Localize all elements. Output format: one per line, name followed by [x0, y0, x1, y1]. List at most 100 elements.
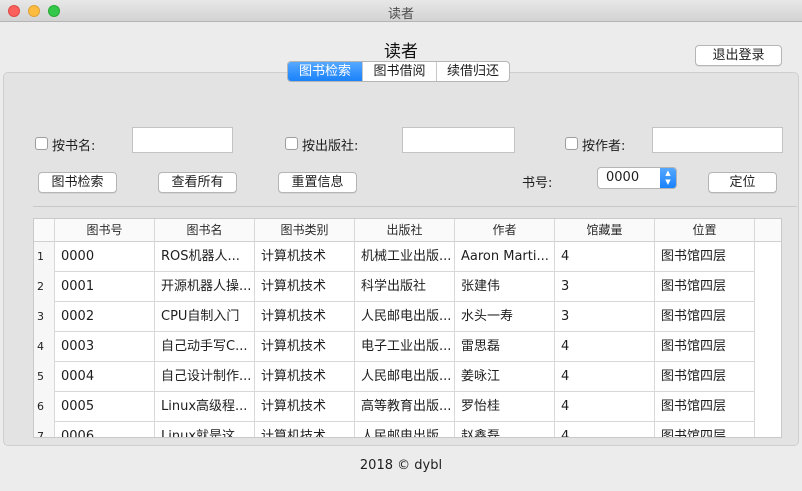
table-cell[interactable]: 图书馆四层: [655, 422, 755, 437]
by-title-label: 按书名:: [52, 139, 96, 154]
table-header: 图书号 图书名 图书类别 出版社 作者 馆藏量 位置: [34, 219, 781, 242]
table-cell[interactable]: 计算机技术: [255, 392, 355, 422]
column-header[interactable]: 作者: [455, 219, 555, 242]
table-cell[interactable]: 4: [555, 242, 655, 272]
table-cell[interactable]: 开源机器人操...: [155, 272, 255, 302]
row-number: 1: [34, 242, 55, 272]
table-cell[interactable]: 计算机技术: [255, 422, 355, 437]
table-cell[interactable]: 机械工业出版...: [355, 242, 455, 272]
column-header[interactable]: 位置: [655, 219, 755, 242]
table-cell[interactable]: ROS机器人...: [155, 242, 255, 272]
table-cell[interactable]: 图书馆四层: [655, 302, 755, 332]
table-cell[interactable]: 0004: [55, 362, 155, 392]
title-bar: 读者: [0, 0, 802, 22]
table-cell[interactable]: 4: [555, 332, 655, 362]
table-cell[interactable]: 张建伟: [455, 272, 555, 302]
table-cell[interactable]: 0000: [55, 242, 155, 272]
row-number: 6: [34, 392, 55, 422]
divider: [33, 206, 797, 207]
table-cell[interactable]: 计算机技术: [255, 362, 355, 392]
table-cell[interactable]: 图书馆四层: [655, 272, 755, 302]
table-cell[interactable]: 科学出版社: [355, 272, 455, 302]
table-cell[interactable]: 电子工业出版...: [355, 332, 455, 362]
table-cell[interactable]: 0002: [55, 302, 155, 332]
table-cell[interactable]: CPU自制入门: [155, 302, 255, 332]
table-cell[interactable]: 自己设计制作...: [155, 362, 255, 392]
table-row[interactable]: 6 0005 Linux高级程... 计算机技术 高等教育出版... 罗怡桂 4 图书馆四层: [34, 392, 781, 422]
table-row[interactable]: 4 0003 自己动手写C... 计算机技术 电子工业出版... 雷思磊 4 图书馆四层: [34, 332, 781, 362]
locate-button[interactable]: 定位: [708, 172, 777, 193]
table-cell[interactable]: 高等教育出版...: [355, 392, 455, 422]
table-cell[interactable]: 3: [555, 272, 655, 302]
table-cell[interactable]: Linux高级程...: [155, 392, 255, 422]
table-cell[interactable]: Linux就是这...: [155, 422, 255, 437]
table-cell[interactable]: 图书馆四层: [655, 332, 755, 362]
table-cell[interactable]: 罗怡桂: [455, 392, 555, 422]
by-author-checkbox[interactable]: [565, 137, 578, 150]
table-cell[interactable]: 计算机技术: [255, 272, 355, 302]
table-cell[interactable]: 人民邮电出版...: [355, 302, 455, 332]
row-number: 2: [34, 272, 55, 302]
book-number-value: 0000: [606, 170, 640, 185]
tab-bar: 图书检索 图书借阅 续借归还: [287, 61, 510, 82]
footer-copyright: 2018 © dybl: [359, 458, 443, 473]
table-cell[interactable]: 3: [555, 302, 655, 332]
table-cell[interactable]: 姜咏江: [455, 362, 555, 392]
table-row[interactable]: 1 0000 ROS机器人... 计算机技术 机械工业出版... Aaron Marti.…: [34, 242, 781, 272]
window-title: 读者: [387, 7, 414, 22]
tab-book-search[interactable]: 图书检索: [288, 62, 363, 81]
book-number-label: 书号:: [522, 176, 553, 191]
tab-renew-return[interactable]: 续借归还: [437, 62, 509, 81]
logout-button[interactable]: 退出登录: [695, 45, 782, 66]
column-header[interactable]: 图书类别: [255, 219, 355, 242]
row-number: 5: [34, 362, 55, 392]
table-cell[interactable]: 人民邮电出版...: [355, 422, 455, 437]
column-header[interactable]: 图书号: [55, 219, 155, 242]
by-publisher-checkbox[interactable]: [285, 137, 298, 150]
by-publisher-label: 按出版社:: [302, 139, 359, 154]
table-row[interactable]: 5 0004 自己设计制作... 计算机技术 人民邮电出版... 姜咏江 4 图书馆四层: [34, 362, 781, 392]
by-author-label: 按作者:: [582, 139, 626, 154]
table-cell[interactable]: Aaron Marti...: [455, 242, 555, 272]
row-number: 7: [34, 422, 55, 437]
table-cell[interactable]: 0003: [55, 332, 155, 362]
title-search-input[interactable]: [132, 127, 233, 153]
table-row[interactable]: 2 0001 开源机器人操... 计算机技术 科学出版社 张建伟 3 图书馆四层: [34, 272, 781, 302]
table-cell[interactable]: 水头一寿: [455, 302, 555, 332]
row-number: 4: [34, 332, 55, 362]
view-all-button[interactable]: 查看所有: [158, 172, 237, 193]
table-cell[interactable]: 计算机技术: [255, 242, 355, 272]
table-cell[interactable]: 自己动手写C...: [155, 332, 255, 362]
table-cell[interactable]: 雷思磊: [455, 332, 555, 362]
column-header[interactable]: 图书名: [155, 219, 255, 242]
author-search-input[interactable]: [652, 127, 783, 153]
column-header[interactable]: 馆藏量: [555, 219, 655, 242]
table-row[interactable]: 3 0002 CPU自制入门 计算机技术 人民邮电出版... 水头一寿 3 图书馆四层: [34, 302, 781, 332]
table-cell[interactable]: 人民邮电出版...: [355, 362, 455, 392]
tab-book-borrow[interactable]: 图书借阅: [363, 62, 437, 81]
table-cell[interactable]: 0005: [55, 392, 155, 422]
page-title: 读者: [384, 42, 418, 62]
table-cell[interactable]: 0001: [55, 272, 155, 302]
table-cell[interactable]: 计算机技术: [255, 302, 355, 332]
book-number-stepper[interactable]: 0000 ▲ ▼: [597, 167, 677, 189]
book-search-button[interactable]: 图书检索: [38, 172, 117, 193]
table-cell[interactable]: 4: [555, 422, 655, 437]
table-cell[interactable]: 0006: [55, 422, 155, 437]
table-cell[interactable]: 图书馆四层: [655, 362, 755, 392]
table-cell[interactable]: 4: [555, 392, 655, 422]
stepper-arrows-icon[interactable]: ▲ ▼: [660, 168, 676, 188]
table-cell[interactable]: 4: [555, 362, 655, 392]
books-table: 图书号 图书名 图书类别 出版社 作者 馆藏量 位置 1 0000 ROS机器人..…: [33, 218, 782, 438]
reset-button[interactable]: 重置信息: [278, 172, 357, 193]
publisher-search-input[interactable]: [402, 127, 515, 153]
row-number: 3: [34, 302, 55, 332]
by-title-checkbox[interactable]: [35, 137, 48, 150]
row-number-header: [34, 219, 55, 242]
table-cell[interactable]: 赵鑫磊: [455, 422, 555, 437]
table-row[interactable]: 7 0006 Linux就是这... 计算机技术 人民邮电出版... 赵鑫磊 4 图书馆四层: [34, 422, 781, 437]
table-cell[interactable]: 图书馆四层: [655, 242, 755, 272]
column-header[interactable]: 出版社: [355, 219, 455, 242]
table-cell[interactable]: 计算机技术: [255, 332, 355, 362]
table-cell[interactable]: 图书馆四层: [655, 392, 755, 422]
